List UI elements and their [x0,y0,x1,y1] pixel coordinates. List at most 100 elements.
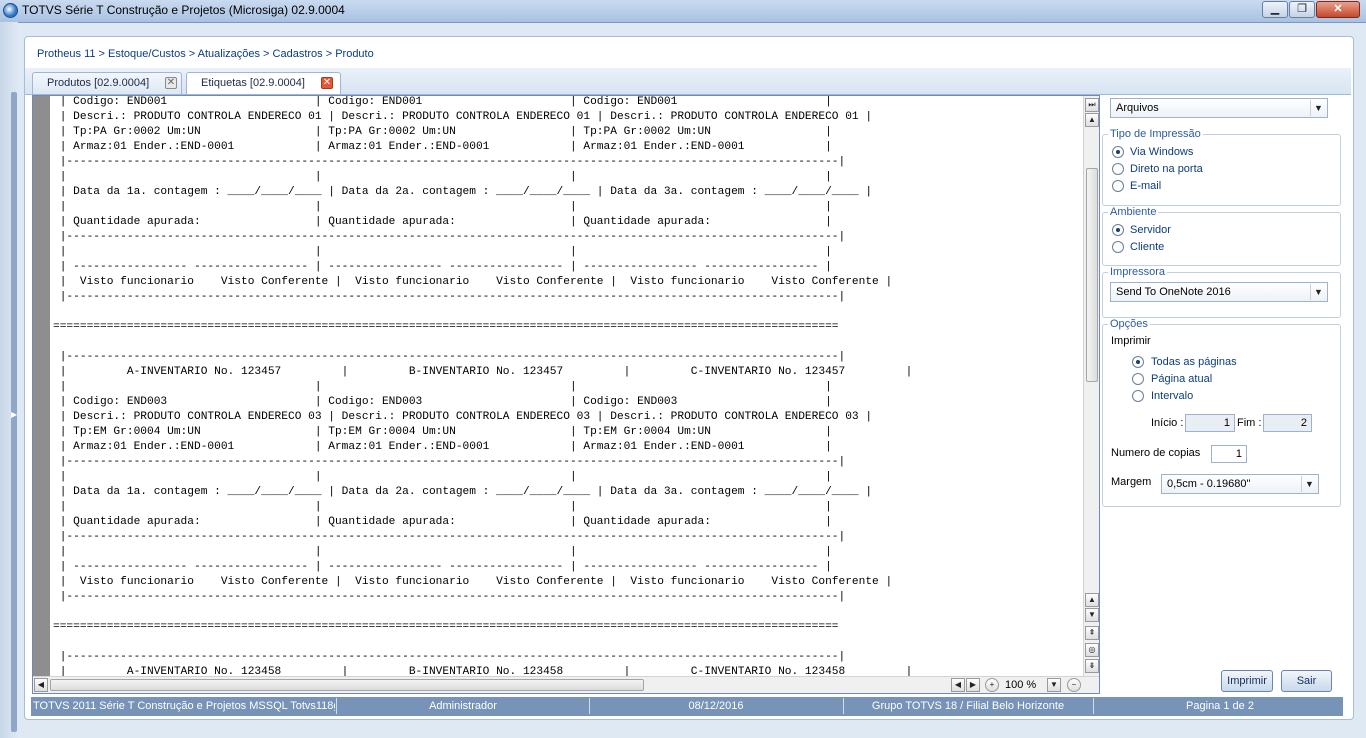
scroll-down-icon[interactable]: ▼ [1085,608,1099,622]
report-line: |---------------------------------------… [53,456,846,468]
status-divider [843,698,844,714]
inicio-field[interactable]: 1 [1185,414,1235,432]
impressora-value: Send To OneNote 2016 [1116,286,1231,298]
report-line: ========================================… [53,321,839,333]
minimize-button[interactable]: ▁ [1262,1,1288,18]
report-line: |---------------------------------------… [53,531,846,543]
radio-email[interactable] [1112,180,1124,192]
radio-via-windows[interactable] [1112,146,1124,158]
report-line: | Codigo: END001 | Codigo: END001 | Codi… [53,96,832,108]
close-tab-icon[interactable]: ✕ [165,77,177,89]
tab-etiquetas[interactable]: Etiquetas [02.9.0004] ✕ [186,72,341,94]
radio-label[interactable]: Servidor [1130,224,1171,236]
fim-field[interactable]: 2 [1263,414,1312,432]
scroll-right-icon[interactable]: ▶ [966,678,980,692]
report-line: |---------------------------------------… [53,351,846,363]
report-line: | Visto funcionario Visto Conferente | V… [53,576,893,588]
report-line: | | | | [53,546,832,558]
group-label: Opções [1108,318,1150,330]
skip-forward-icon[interactable]: ⏭ [1085,98,1099,112]
report-line: |---------------------------------------… [53,291,846,303]
status-date: 08/12/2016 [688,700,744,712]
horizontal-scrollbar[interactable]: ◀ ◀ ▶ + 100 % ▼ − [33,676,1099,693]
copias-field[interactable]: 1 [1211,445,1247,463]
page-margin [33,96,50,676]
page-up-icon[interactable]: ⇞ [1085,626,1099,640]
group-label: Tipo de Impressão [1108,128,1203,140]
report-line: |---------------------------------------… [53,231,846,243]
page-down-icon[interactable]: ⇟ [1085,659,1099,673]
window-title: TOTVS Série T Construção e Projetos (Mic… [22,3,345,17]
app-icon [3,3,18,18]
breadcrumb[interactable]: Protheus 11 > Estoque/Custos > Atualizaç… [37,48,374,60]
scroll-thumb[interactable] [1086,168,1098,382]
scroll-thumb[interactable] [50,679,644,691]
impressora-select[interactable]: Send To OneNote 2016 ▼ [1110,282,1328,302]
report-line: |---------------------------------------… [53,156,846,168]
close-tab-icon[interactable]: ✕ [321,77,333,89]
report-line: | | | | [53,381,832,393]
margem-select[interactable]: 0,5cm - 0.19680" ▼ [1161,474,1319,494]
margem-value: 0,5cm - 0.19680" [1167,478,1251,490]
vertical-scrollbar[interactable]: ⏭ ▲ ▲ ▼ ⇞ ◎ ⇟ [1083,96,1099,676]
report-preview: | Codigo: END001 | Codigo: END001 | Codi… [32,95,1100,694]
report-line: | | | | [53,171,832,183]
radio-todas-paginas[interactable] [1132,356,1144,368]
status-divider [336,698,337,714]
scroll-up-icon[interactable]: ▲ [1085,593,1099,607]
close-window-button[interactable]: ✕ [1316,1,1360,18]
report-line: | | | | [53,471,832,483]
ambiente-group [1102,212,1341,266]
radio-direto-porta[interactable] [1112,163,1124,175]
zoom-out-icon[interactable]: − [1067,678,1081,692]
maximize-button[interactable]: ❐ [1289,1,1315,18]
tab-produtos[interactable]: Produtos [02.9.0004] ✕ [32,72,182,94]
window-titlebar: TOTVS Série T Construção e Projetos (Mic… [0,0,1366,23]
radio-label[interactable]: Página atual [1151,373,1212,385]
status-system: TOTVS 2011 Série T Construção e Projetos… [33,700,335,712]
report-line: | Quantidade apurada: | Quantidade apura… [53,216,832,228]
expand-arrow-icon[interactable]: ▶ [11,410,17,419]
report-line: | Tp:EM Gr:0004 Um:UN | Tp:EM Gr:0004 Um… [53,426,832,438]
tab-label: Produtos [02.9.0004] [47,77,150,89]
radio-intervalo[interactable] [1132,390,1144,402]
arquivos-select[interactable]: Arquivos ▼ [1110,98,1328,118]
report-line: | Armaz:01 Ender.:END-0001 | Armaz:01 En… [53,141,832,153]
report-line: | ----------------- ----------------- | … [53,261,832,273]
group-label: Ambiente [1108,206,1159,218]
report-line: | Quantidade apurada: | Quantidade apura… [53,516,832,528]
report-line: | | | | [53,246,832,258]
imprimir-label: Imprimir [1111,335,1151,347]
zoom-dropdown-icon[interactable]: ▼ [1047,678,1061,692]
imprimir-button[interactable]: Imprimir [1221,670,1273,692]
sair-button[interactable]: Sair [1281,670,1332,692]
tab-label: Etiquetas [02.9.0004] [201,77,305,89]
chevron-down-icon: ▼ [1310,100,1326,116]
report-line: | ----------------- ----------------- | … [53,561,832,573]
zoom-in-icon[interactable]: + [985,678,999,692]
radio-pagina-atual[interactable] [1132,373,1144,385]
radio-label[interactable]: Intervalo [1151,390,1193,402]
radio-label[interactable]: Todas as páginas [1151,356,1237,368]
report-line: |---------------------------------------… [53,651,846,663]
report-line: | Codigo: END003 | Codigo: END003 | Codi… [53,396,832,408]
side-collapse-strip[interactable]: ▶ [0,22,18,738]
radio-servidor[interactable] [1112,224,1124,236]
report-line: | Data da 1a. contagem : ____/____/____ … [53,486,873,498]
radio-label[interactable]: Direto na porta [1130,163,1203,175]
center-page-icon[interactable]: ◎ [1085,643,1099,657]
scroll-left-icon[interactable]: ◀ [951,678,965,692]
scroll-up-icon[interactable]: ▲ [1085,113,1099,127]
scroll-left-icon[interactable]: ◀ [34,678,48,692]
report-line: | Descri.: PRODUTO CONTROLA ENDERECO 03 … [53,411,873,423]
chevron-down-icon: ▼ [1310,284,1326,300]
radio-label[interactable]: Via Windows [1130,146,1193,158]
copias-label: Numero de copias [1111,447,1201,459]
report-line: | Armaz:01 Ender.:END-0001 | Armaz:01 En… [53,441,832,453]
report-line: | | | | [53,201,832,213]
radio-label[interactable]: Cliente [1130,241,1164,253]
status-divider [589,698,590,714]
status-user: Administrador [429,700,497,712]
radio-label[interactable]: E-mail [1130,180,1161,192]
radio-cliente[interactable] [1112,241,1124,253]
